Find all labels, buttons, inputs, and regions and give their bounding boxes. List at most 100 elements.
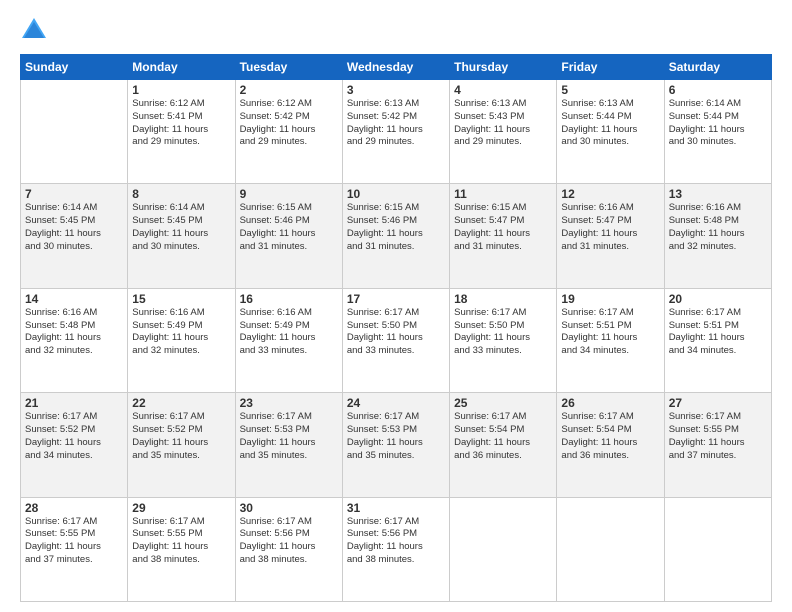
day-number: 14 — [25, 292, 123, 306]
calendar-cell: 16Sunrise: 6:16 AM Sunset: 5:49 PM Dayli… — [235, 288, 342, 392]
calendar-week-row: 21Sunrise: 6:17 AM Sunset: 5:52 PM Dayli… — [21, 393, 772, 497]
day-info: Sunrise: 6:13 AM Sunset: 5:44 PM Dayligh… — [561, 98, 659, 149]
calendar-weekday-monday: Monday — [128, 55, 235, 80]
day-info: Sunrise: 6:15 AM Sunset: 5:46 PM Dayligh… — [347, 202, 445, 253]
day-number: 17 — [347, 292, 445, 306]
day-info: Sunrise: 6:16 AM Sunset: 5:49 PM Dayligh… — [240, 307, 338, 358]
day-number: 3 — [347, 83, 445, 97]
calendar-cell: 30Sunrise: 6:17 AM Sunset: 5:56 PM Dayli… — [235, 497, 342, 601]
calendar-cell: 7Sunrise: 6:14 AM Sunset: 5:45 PM Daylig… — [21, 184, 128, 288]
calendar-weekday-saturday: Saturday — [664, 55, 771, 80]
day-info: Sunrise: 6:13 AM Sunset: 5:42 PM Dayligh… — [347, 98, 445, 149]
day-info: Sunrise: 6:16 AM Sunset: 5:48 PM Dayligh… — [25, 307, 123, 358]
day-info: Sunrise: 6:17 AM Sunset: 5:50 PM Dayligh… — [347, 307, 445, 358]
logo — [20, 16, 52, 44]
day-number: 16 — [240, 292, 338, 306]
day-info: Sunrise: 6:16 AM Sunset: 5:49 PM Dayligh… — [132, 307, 230, 358]
day-number: 4 — [454, 83, 552, 97]
day-number: 18 — [454, 292, 552, 306]
page: SundayMondayTuesdayWednesdayThursdayFrid… — [0, 0, 792, 612]
calendar-cell — [450, 497, 557, 601]
calendar-cell: 6Sunrise: 6:14 AM Sunset: 5:44 PM Daylig… — [664, 80, 771, 184]
day-info: Sunrise: 6:14 AM Sunset: 5:45 PM Dayligh… — [132, 202, 230, 253]
calendar-cell: 13Sunrise: 6:16 AM Sunset: 5:48 PM Dayli… — [664, 184, 771, 288]
calendar-cell: 25Sunrise: 6:17 AM Sunset: 5:54 PM Dayli… — [450, 393, 557, 497]
calendar-cell: 29Sunrise: 6:17 AM Sunset: 5:55 PM Dayli… — [128, 497, 235, 601]
day-info: Sunrise: 6:17 AM Sunset: 5:52 PM Dayligh… — [25, 411, 123, 462]
day-info: Sunrise: 6:17 AM Sunset: 5:50 PM Dayligh… — [454, 307, 552, 358]
day-number: 8 — [132, 187, 230, 201]
calendar-cell: 28Sunrise: 6:17 AM Sunset: 5:55 PM Dayli… — [21, 497, 128, 601]
calendar-week-row: 28Sunrise: 6:17 AM Sunset: 5:55 PM Dayli… — [21, 497, 772, 601]
day-info: Sunrise: 6:12 AM Sunset: 5:41 PM Dayligh… — [132, 98, 230, 149]
calendar-table: SundayMondayTuesdayWednesdayThursdayFrid… — [20, 54, 772, 602]
calendar-cell: 20Sunrise: 6:17 AM Sunset: 5:51 PM Dayli… — [664, 288, 771, 392]
day-number: 2 — [240, 83, 338, 97]
calendar-cell: 12Sunrise: 6:16 AM Sunset: 5:47 PM Dayli… — [557, 184, 664, 288]
day-info: Sunrise: 6:17 AM Sunset: 5:55 PM Dayligh… — [669, 411, 767, 462]
day-number: 25 — [454, 396, 552, 410]
calendar-cell: 15Sunrise: 6:16 AM Sunset: 5:49 PM Dayli… — [128, 288, 235, 392]
day-info: Sunrise: 6:17 AM Sunset: 5:54 PM Dayligh… — [454, 411, 552, 462]
day-info: Sunrise: 6:14 AM Sunset: 5:45 PM Dayligh… — [25, 202, 123, 253]
calendar-cell: 27Sunrise: 6:17 AM Sunset: 5:55 PM Dayli… — [664, 393, 771, 497]
calendar-cell: 10Sunrise: 6:15 AM Sunset: 5:46 PM Dayli… — [342, 184, 449, 288]
day-number: 26 — [561, 396, 659, 410]
day-info: Sunrise: 6:17 AM Sunset: 5:53 PM Dayligh… — [240, 411, 338, 462]
calendar-weekday-friday: Friday — [557, 55, 664, 80]
day-info: Sunrise: 6:17 AM Sunset: 5:51 PM Dayligh… — [561, 307, 659, 358]
calendar-week-row: 14Sunrise: 6:16 AM Sunset: 5:48 PM Dayli… — [21, 288, 772, 392]
day-number: 22 — [132, 396, 230, 410]
calendar-weekday-thursday: Thursday — [450, 55, 557, 80]
day-number: 24 — [347, 396, 445, 410]
calendar-cell: 26Sunrise: 6:17 AM Sunset: 5:54 PM Dayli… — [557, 393, 664, 497]
calendar-weekday-tuesday: Tuesday — [235, 55, 342, 80]
calendar-header-row: SundayMondayTuesdayWednesdayThursdayFrid… — [21, 55, 772, 80]
day-number: 11 — [454, 187, 552, 201]
day-info: Sunrise: 6:17 AM Sunset: 5:56 PM Dayligh… — [347, 516, 445, 567]
calendar-cell: 18Sunrise: 6:17 AM Sunset: 5:50 PM Dayli… — [450, 288, 557, 392]
calendar-cell: 3Sunrise: 6:13 AM Sunset: 5:42 PM Daylig… — [342, 80, 449, 184]
day-info: Sunrise: 6:14 AM Sunset: 5:44 PM Dayligh… — [669, 98, 767, 149]
day-number: 10 — [347, 187, 445, 201]
day-number: 31 — [347, 501, 445, 515]
calendar-cell: 14Sunrise: 6:16 AM Sunset: 5:48 PM Dayli… — [21, 288, 128, 392]
day-number: 21 — [25, 396, 123, 410]
calendar-cell: 23Sunrise: 6:17 AM Sunset: 5:53 PM Dayli… — [235, 393, 342, 497]
day-number: 27 — [669, 396, 767, 410]
calendar-cell: 11Sunrise: 6:15 AM Sunset: 5:47 PM Dayli… — [450, 184, 557, 288]
day-info: Sunrise: 6:17 AM Sunset: 5:56 PM Dayligh… — [240, 516, 338, 567]
day-number: 5 — [561, 83, 659, 97]
day-info: Sunrise: 6:16 AM Sunset: 5:47 PM Dayligh… — [561, 202, 659, 253]
day-info: Sunrise: 6:12 AM Sunset: 5:42 PM Dayligh… — [240, 98, 338, 149]
day-number: 1 — [132, 83, 230, 97]
calendar-weekday-wednesday: Wednesday — [342, 55, 449, 80]
calendar-cell: 17Sunrise: 6:17 AM Sunset: 5:50 PM Dayli… — [342, 288, 449, 392]
calendar-cell: 8Sunrise: 6:14 AM Sunset: 5:45 PM Daylig… — [128, 184, 235, 288]
calendar-cell — [557, 497, 664, 601]
day-info: Sunrise: 6:15 AM Sunset: 5:47 PM Dayligh… — [454, 202, 552, 253]
calendar-week-row: 1Sunrise: 6:12 AM Sunset: 5:41 PM Daylig… — [21, 80, 772, 184]
calendar-cell: 21Sunrise: 6:17 AM Sunset: 5:52 PM Dayli… — [21, 393, 128, 497]
calendar-cell — [21, 80, 128, 184]
day-number: 19 — [561, 292, 659, 306]
day-info: Sunrise: 6:17 AM Sunset: 5:55 PM Dayligh… — [25, 516, 123, 567]
day-number: 28 — [25, 501, 123, 515]
header — [20, 16, 772, 44]
calendar-cell: 24Sunrise: 6:17 AM Sunset: 5:53 PM Dayli… — [342, 393, 449, 497]
day-info: Sunrise: 6:13 AM Sunset: 5:43 PM Dayligh… — [454, 98, 552, 149]
day-number: 15 — [132, 292, 230, 306]
day-number: 13 — [669, 187, 767, 201]
calendar-cell: 1Sunrise: 6:12 AM Sunset: 5:41 PM Daylig… — [128, 80, 235, 184]
calendar-cell: 2Sunrise: 6:12 AM Sunset: 5:42 PM Daylig… — [235, 80, 342, 184]
calendar-cell: 22Sunrise: 6:17 AM Sunset: 5:52 PM Dayli… — [128, 393, 235, 497]
day-number: 29 — [132, 501, 230, 515]
calendar-cell: 31Sunrise: 6:17 AM Sunset: 5:56 PM Dayli… — [342, 497, 449, 601]
day-info: Sunrise: 6:17 AM Sunset: 5:55 PM Dayligh… — [132, 516, 230, 567]
day-info: Sunrise: 6:16 AM Sunset: 5:48 PM Dayligh… — [669, 202, 767, 253]
day-number: 9 — [240, 187, 338, 201]
calendar-weekday-sunday: Sunday — [21, 55, 128, 80]
logo-icon — [20, 16, 48, 44]
day-info: Sunrise: 6:17 AM Sunset: 5:53 PM Dayligh… — [347, 411, 445, 462]
calendar-cell: 19Sunrise: 6:17 AM Sunset: 5:51 PM Dayli… — [557, 288, 664, 392]
